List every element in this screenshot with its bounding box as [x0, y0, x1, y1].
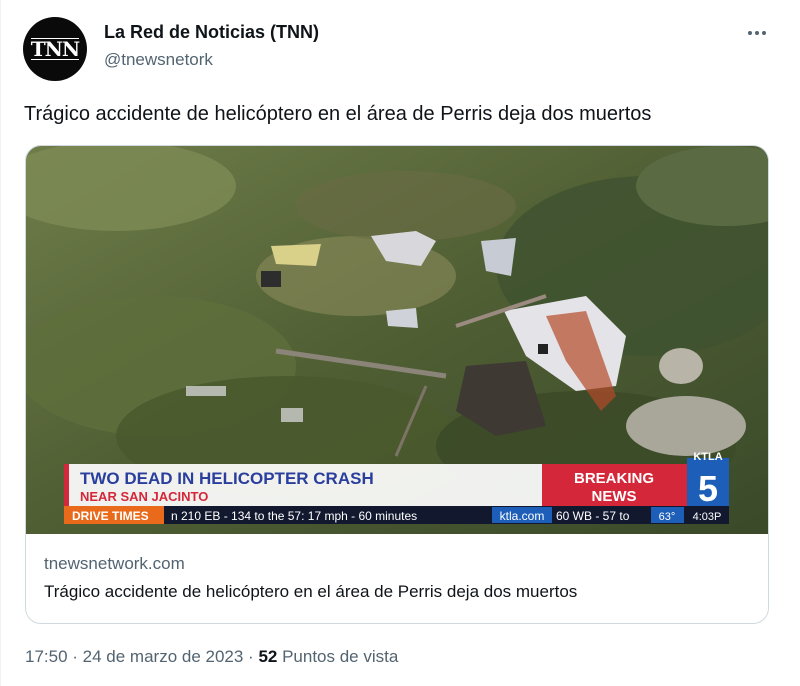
ticker-label: DRIVE TIMES	[72, 509, 149, 523]
breaking-badge-line1: BREAKING	[574, 470, 654, 487]
breaking-badge-line2: NEWS	[592, 488, 637, 505]
tweet-time[interactable]: 17:50	[25, 647, 68, 666]
more-options-button[interactable]	[744, 22, 770, 48]
ticker-text-2: 60 WB - 57 to	[556, 509, 630, 523]
more-horizontal-icon	[748, 31, 766, 35]
avatar[interactable]: TNN	[23, 17, 87, 81]
ticker-text: n 210 EB - 134 to the 57: 17 mph - 60 mi…	[171, 509, 417, 523]
author-handle[interactable]: @tnewsnetork	[104, 50, 213, 70]
views-label: Puntos de vista	[277, 647, 399, 666]
tweet-date[interactable]: 24 de marzo de 2023	[83, 647, 244, 666]
lower-third-headline: TWO DEAD IN HELICOPTER CRASH	[80, 469, 374, 488]
card-domain[interactable]: tnewsnetwork.com	[44, 554, 185, 574]
station-logo: KTLA	[693, 451, 722, 463]
avatar-logo-text: TNN	[30, 37, 80, 61]
ticker-site: ktla.com	[500, 509, 545, 523]
meta-separator: ·	[243, 647, 259, 666]
views-count[interactable]: 52	[258, 647, 277, 666]
link-card[interactable]: TWO DEAD IN HELICOPTER CRASH NEAR SAN JA…	[25, 145, 769, 624]
ticker-temperature: 63°	[659, 511, 676, 523]
ticker-clock: 4:03P	[693, 511, 722, 523]
meta-separator: ·	[67, 647, 83, 666]
timeline-border	[0, 0, 1, 686]
lower-third-subheadline: NEAR SAN JACINTO	[80, 489, 208, 504]
tweet-meta: 17:50 · 24 de marzo de 2023 · 52 Puntos …	[25, 647, 398, 667]
news-photo[interactable]: TWO DEAD IN HELICOPTER CRASH NEAR SAN JA…	[26, 146, 768, 534]
author-display-name[interactable]: La Red de Noticias (TNN)	[104, 22, 319, 43]
card-title[interactable]: Trágico accidente de helicóptero en el á…	[44, 582, 577, 602]
tweet-text: Trágico accidente de helicóptero en el á…	[24, 103, 652, 125]
channel-number: 5	[698, 468, 718, 509]
